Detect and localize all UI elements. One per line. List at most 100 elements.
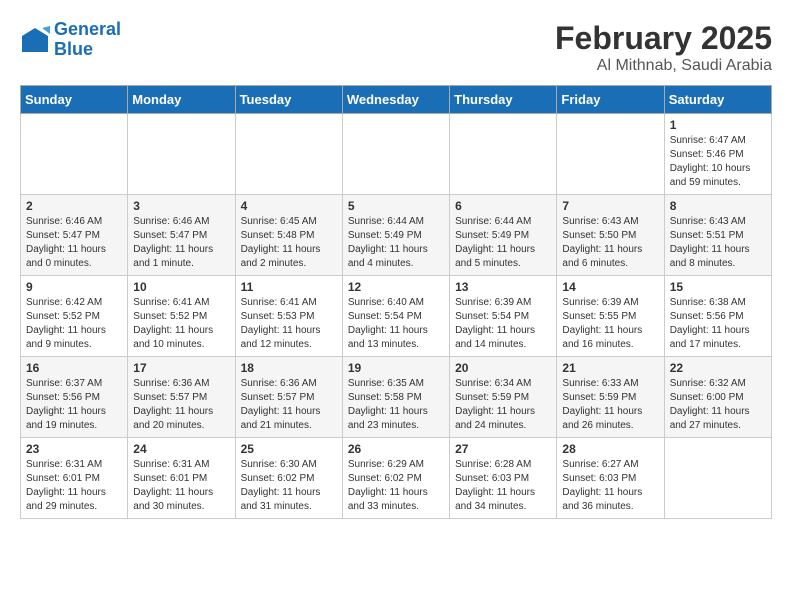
day-number: 23 (26, 442, 122, 456)
day-info: Sunrise: 6:41 AM Sunset: 5:53 PM Dayligh… (241, 296, 337, 352)
calendar-cell: 27 Sunrise: 6:28 AM Sunset: 6:03 PM Dayli… (450, 438, 557, 519)
title-block: February 2025 Al Mithnab, Saudi Arabia (555, 20, 772, 75)
day-info: Sunrise: 6:36 AM Sunset: 5:57 PM Dayligh… (133, 377, 229, 433)
week-row-4: 23 Sunrise: 6:31 AM Sunset: 6:01 PM Dayli… (21, 438, 772, 519)
calendar-cell (450, 114, 557, 195)
day-number: 10 (133, 280, 229, 294)
day-number: 21 (562, 361, 658, 375)
day-number: 6 (455, 199, 551, 213)
calendar-cell: 13Sunrise: 6:39 AM Sunset: 5:54 PM Dayli… (450, 276, 557, 357)
day-number: 24 (133, 442, 229, 456)
day-number: 11 (241, 280, 337, 294)
calendar-cell: 19Sunrise: 6:35 AM Sunset: 5:58 PM Dayli… (342, 357, 449, 438)
calendar-cell: 14 Sunrise: 6:39 AM Sunset: 5:55 PM Dayli… (557, 276, 664, 357)
logo: General Blue (20, 20, 121, 60)
day-number: 12 (348, 280, 444, 294)
day-info: Sunrise: 6:32 AM Sunset: 6:00 PM Dayligh… (670, 377, 766, 433)
day-info: Sunrise: 6:45 AM Sunset: 5:48 PM Dayligh… (241, 215, 337, 271)
day-number: 8 (670, 199, 766, 213)
week-row-0: 1Sunrise: 6:47 AM Sunset: 5:46 PM Daylig… (21, 114, 772, 195)
calendar-cell: 4 Sunrise: 6:45 AM Sunset: 5:48 PM Daylig… (235, 195, 342, 276)
day-number: 25 (241, 442, 337, 456)
day-info: Sunrise: 6:28 AM Sunset: 6:03 PM Dayligh… (455, 458, 551, 514)
day-number: 26 (348, 442, 444, 456)
day-number: 9 (26, 280, 122, 294)
calendar-cell: 5Sunrise: 6:44 AM Sunset: 5:49 PM Daylig… (342, 195, 449, 276)
logo-line2: Blue (54, 40, 121, 60)
day-number: 18 (241, 361, 337, 375)
day-info: Sunrise: 6:43 AM Sunset: 5:51 PM Dayligh… (670, 215, 766, 271)
page-title: February 2025 (555, 20, 772, 57)
calendar-cell: 10 Sunrise: 6:41 AM Sunset: 5:52 PM Dayli… (128, 276, 235, 357)
calendar-table: SundayMondayTuesdayWednesdayThursdayFrid… (20, 85, 772, 519)
header-cell-friday: Friday (557, 86, 664, 114)
day-number: 16 (26, 361, 122, 375)
day-number: 4 (241, 199, 337, 213)
day-info: Sunrise: 6:43 AM Sunset: 5:50 PM Dayligh… (562, 215, 658, 271)
logo-icon (20, 26, 50, 54)
calendar-body: 1Sunrise: 6:47 AM Sunset: 5:46 PM Daylig… (21, 114, 772, 519)
page-header: General Blue February 2025 Al Mithnab, S… (20, 20, 772, 75)
calendar-cell (21, 114, 128, 195)
day-number: 27 (455, 442, 551, 456)
page-subtitle: Al Mithnab, Saudi Arabia (555, 57, 772, 75)
day-info: Sunrise: 6:39 AM Sunset: 5:54 PM Dayligh… (455, 296, 551, 352)
calendar-cell: 24 Sunrise: 6:31 AM Sunset: 6:01 PM Dayli… (128, 438, 235, 519)
day-number: 14 (562, 280, 658, 294)
calendar-cell: 9 Sunrise: 6:42 AM Sunset: 5:52 PM Daylig… (21, 276, 128, 357)
day-info: Sunrise: 6:37 AM Sunset: 5:56 PM Dayligh… (26, 377, 122, 433)
calendar-cell: 7 Sunrise: 6:43 AM Sunset: 5:50 PM Daylig… (557, 195, 664, 276)
day-info: Sunrise: 6:27 AM Sunset: 6:03 PM Dayligh… (562, 458, 658, 514)
calendar-cell: 8 Sunrise: 6:43 AM Sunset: 5:51 PM Daylig… (664, 195, 771, 276)
calendar-cell: 17 Sunrise: 6:36 AM Sunset: 5:57 PM Dayli… (128, 357, 235, 438)
header-cell-thursday: Thursday (450, 86, 557, 114)
day-info: Sunrise: 6:44 AM Sunset: 5:49 PM Dayligh… (455, 215, 551, 271)
calendar-cell (557, 114, 664, 195)
day-info: Sunrise: 6:29 AM Sunset: 6:02 PM Dayligh… (348, 458, 444, 514)
calendar-cell: 2 Sunrise: 6:46 AM Sunset: 5:47 PM Daylig… (21, 195, 128, 276)
day-info: Sunrise: 6:41 AM Sunset: 5:52 PM Dayligh… (133, 296, 229, 352)
calendar-cell: 20 Sunrise: 6:34 AM Sunset: 5:59 PM Dayli… (450, 357, 557, 438)
day-number: 2 (26, 199, 122, 213)
header-cell-sunday: Sunday (21, 86, 128, 114)
day-info: Sunrise: 6:31 AM Sunset: 6:01 PM Dayligh… (133, 458, 229, 514)
day-info: Sunrise: 6:46 AM Sunset: 5:47 PM Dayligh… (133, 215, 229, 271)
calendar-cell (664, 438, 771, 519)
day-info: Sunrise: 6:46 AM Sunset: 5:47 PM Dayligh… (26, 215, 122, 271)
day-info: Sunrise: 6:40 AM Sunset: 5:54 PM Dayligh… (348, 296, 444, 352)
calendar-cell: 16 Sunrise: 6:37 AM Sunset: 5:56 PM Dayli… (21, 357, 128, 438)
header-cell-monday: Monday (128, 86, 235, 114)
week-row-2: 9 Sunrise: 6:42 AM Sunset: 5:52 PM Daylig… (21, 276, 772, 357)
calendar-cell: 23 Sunrise: 6:31 AM Sunset: 6:01 PM Dayli… (21, 438, 128, 519)
day-number: 3 (133, 199, 229, 213)
day-info: Sunrise: 6:39 AM Sunset: 5:55 PM Dayligh… (562, 296, 658, 352)
calendar-cell: 6 Sunrise: 6:44 AM Sunset: 5:49 PM Daylig… (450, 195, 557, 276)
calendar-cell: 26 Sunrise: 6:29 AM Sunset: 6:02 PM Dayli… (342, 438, 449, 519)
day-number: 22 (670, 361, 766, 375)
day-number: 1 (670, 118, 766, 132)
logo-text: General Blue (54, 20, 121, 60)
calendar-cell: 28 Sunrise: 6:27 AM Sunset: 6:03 PM Dayli… (557, 438, 664, 519)
day-number: 19 (348, 361, 444, 375)
calendar-cell (235, 114, 342, 195)
header-cell-wednesday: Wednesday (342, 86, 449, 114)
calendar-cell: 18 Sunrise: 6:36 AM Sunset: 5:57 PM Dayli… (235, 357, 342, 438)
calendar-cell: 22 Sunrise: 6:32 AM Sunset: 6:00 PM Dayli… (664, 357, 771, 438)
header-cell-tuesday: Tuesday (235, 86, 342, 114)
day-info: Sunrise: 6:31 AM Sunset: 6:01 PM Dayligh… (26, 458, 122, 514)
day-number: 20 (455, 361, 551, 375)
calendar-cell: 3 Sunrise: 6:46 AM Sunset: 5:47 PM Daylig… (128, 195, 235, 276)
day-info: Sunrise: 6:36 AM Sunset: 5:57 PM Dayligh… (241, 377, 337, 433)
day-number: 7 (562, 199, 658, 213)
day-info: Sunrise: 6:30 AM Sunset: 6:02 PM Dayligh… (241, 458, 337, 514)
calendar-cell: 11 Sunrise: 6:41 AM Sunset: 5:53 PM Dayli… (235, 276, 342, 357)
day-info: Sunrise: 6:33 AM Sunset: 5:59 PM Dayligh… (562, 377, 658, 433)
day-number: 17 (133, 361, 229, 375)
calendar-cell: 1Sunrise: 6:47 AM Sunset: 5:46 PM Daylig… (664, 114, 771, 195)
calendar-cell (128, 114, 235, 195)
day-number: 28 (562, 442, 658, 456)
calendar-cell: 25 Sunrise: 6:30 AM Sunset: 6:02 PM Dayli… (235, 438, 342, 519)
day-info: Sunrise: 6:42 AM Sunset: 5:52 PM Dayligh… (26, 296, 122, 352)
day-info: Sunrise: 6:38 AM Sunset: 5:56 PM Dayligh… (670, 296, 766, 352)
day-info: Sunrise: 6:34 AM Sunset: 5:59 PM Dayligh… (455, 377, 551, 433)
